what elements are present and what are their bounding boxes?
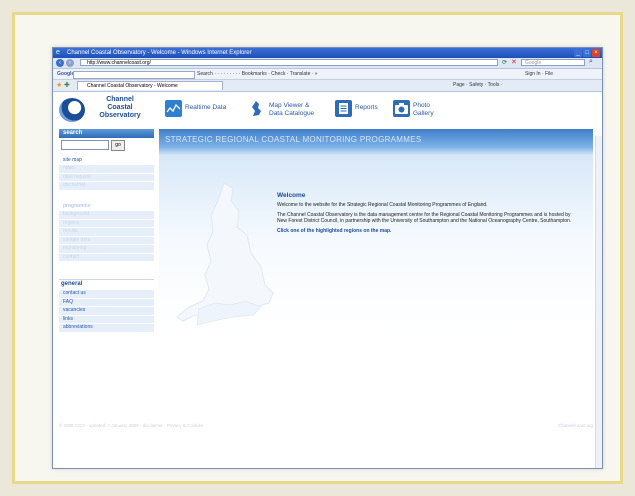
welcome-intro: Welcome to the website for the Strategic… bbox=[277, 202, 488, 208]
tab-bar: ★ ✚ Channel Coastal Observatory - Welcom… bbox=[53, 80, 602, 92]
page-banner: STRATEGIC REGIONAL COASTAL MONITORING PR… bbox=[159, 129, 593, 155]
map-instruction: Click one of the highlighted regions on … bbox=[277, 228, 392, 234]
cco-logo[interactable]: Channel Coastal Observatory bbox=[59, 96, 154, 126]
footer-text: © 2008 CCO · updated: 7 January 2009 · d… bbox=[59, 423, 204, 428]
command-bar[interactable]: Page · Safety · Tools · bbox=[453, 80, 502, 91]
sidebar: search go site map news data request dis… bbox=[59, 129, 154, 404]
nav-map-viewer[interactable]: Map Viewer & Data Catalogue bbox=[249, 98, 331, 122]
sidebar-link[interactable]: background bbox=[59, 211, 154, 219]
banner-title: STRATEGIC REGIONAL COASTAL MONITORING PR… bbox=[165, 135, 422, 144]
sidebar-link[interactable]: sample data bbox=[59, 236, 154, 244]
forward-button[interactable]: › bbox=[66, 59, 74, 67]
camera-icon bbox=[393, 100, 410, 117]
welcome-panel: Welcome Welcome to the website for the S… bbox=[277, 192, 577, 238]
sidebar-item-links[interactable]: links bbox=[59, 315, 154, 323]
welcome-title: Welcome bbox=[277, 192, 306, 199]
sidebar-link[interactable]: results bbox=[59, 228, 154, 236]
stop-icon[interactable]: ✕ bbox=[511, 58, 517, 66]
programme-heading: programme bbox=[59, 202, 154, 210]
general-heading: general bbox=[59, 279, 154, 289]
site-search-input[interactable] bbox=[61, 140, 109, 150]
document-icon bbox=[335, 100, 352, 117]
photo-background: e Channel Coastal Observatory - Welcome … bbox=[0, 0, 635, 496]
go-button[interactable]: go bbox=[111, 140, 125, 151]
sidebar-item-abbreviations[interactable]: abbreviations bbox=[59, 324, 154, 332]
close-button[interactable]: × bbox=[592, 49, 600, 57]
logo-text-line-2: Coastal bbox=[107, 104, 133, 111]
site-search-row: go bbox=[59, 138, 154, 156]
england-regions-map[interactable] bbox=[169, 175, 289, 375]
wave-chart-icon bbox=[165, 100, 182, 117]
window-title: Channel Coastal Observatory - Welcome - … bbox=[67, 50, 252, 56]
logo-swirl-icon bbox=[59, 98, 85, 122]
nav-photo-gallery[interactable]: Photo Gallery bbox=[393, 98, 453, 122]
favorites-star-icon[interactable]: ★ bbox=[56, 81, 62, 90]
tab-channel-coastal-observatory[interactable]: Channel Coastal Observatory - Welcome bbox=[77, 81, 223, 90]
address-input[interactable]: http://www.channelcoast.org/ bbox=[80, 59, 498, 66]
browser-search-input[interactable]: Google bbox=[521, 59, 585, 66]
refresh-icon[interactable]: ⟳ bbox=[502, 59, 507, 66]
sidebar-item-faq[interactable]: FAQ bbox=[59, 298, 154, 306]
welcome-description: The Channel Coastal Observatory is the d… bbox=[277, 212, 572, 224]
nav-label: Map Viewer & Data Catalogue bbox=[269, 102, 315, 117]
google-toolbar-right[interactable]: Sign In · File bbox=[525, 69, 553, 79]
main-content: STRATEGIC REGIONAL COASTAL MONITORING PR… bbox=[159, 129, 593, 404]
title-bar: e Channel Coastal Observatory - Welcome … bbox=[53, 48, 602, 58]
site-map-link[interactable]: site map bbox=[59, 156, 154, 164]
footer-site-link[interactable]: Channelcoast.org bbox=[558, 422, 593, 430]
page-footer: © 2008 CCO · updated: 7 January 2009 · d… bbox=[59, 422, 593, 430]
google-toolbar-items[interactable]: Search · · · · · · · · · Bookmarks · Che… bbox=[197, 69, 318, 79]
logo-text-line-1: Channel bbox=[106, 96, 134, 103]
sidebar-item-vacancies[interactable]: vacancies bbox=[59, 307, 154, 315]
nav-reports[interactable]: Reports bbox=[335, 98, 390, 122]
vertical-scrollbar[interactable] bbox=[595, 136, 602, 468]
sidebar-link[interactable]: monitoring bbox=[59, 245, 154, 253]
sidebar-link[interactable]: disclaimer bbox=[59, 182, 154, 190]
browser-window: e Channel Coastal Observatory - Welcome … bbox=[52, 47, 603, 469]
map-icon bbox=[249, 100, 266, 117]
google-toolbar: Google Search · · · · · · · · · Bookmark… bbox=[53, 69, 602, 80]
nav-label: Photo Gallery bbox=[413, 102, 434, 117]
sidebar-link[interactable]: news bbox=[59, 165, 154, 173]
web-page: Channel Coastal Observatory Realtime Dat… bbox=[53, 92, 602, 468]
nav-realtime-data[interactable]: Realtime Data bbox=[165, 98, 245, 122]
address-bar: ‹ › http://www.channelcoast.org/ ⟳ ✕ Goo… bbox=[53, 58, 602, 69]
nav-label: Reports bbox=[355, 104, 378, 111]
sidebar-item-contact-us[interactable]: contact us bbox=[59, 290, 154, 298]
sidebar-link[interactable]: regions bbox=[59, 219, 154, 227]
search-heading: search bbox=[59, 129, 154, 138]
add-favorites-icon[interactable]: ✚ bbox=[64, 81, 70, 90]
google-logo: Google bbox=[57, 71, 75, 77]
nav-label: Realtime Data bbox=[185, 104, 227, 111]
minimize-button[interactable]: _ bbox=[574, 49, 582, 57]
logo-text-line-3: Observatory bbox=[99, 112, 141, 119]
maximize-button[interactable]: □ bbox=[583, 49, 591, 57]
sidebar-link[interactable]: contact bbox=[59, 253, 154, 261]
google-search-input[interactable] bbox=[73, 71, 195, 79]
sidebar-link[interactable]: data request bbox=[59, 173, 154, 181]
back-button[interactable]: ‹ bbox=[56, 59, 64, 67]
ie-icon: e bbox=[56, 49, 60, 56]
search-icon[interactable]: ⌕ bbox=[589, 58, 593, 66]
main-body: Welcome Welcome to the website for the S… bbox=[159, 155, 593, 404]
general-section: general contact us FAQ vacancies links a… bbox=[59, 279, 154, 332]
